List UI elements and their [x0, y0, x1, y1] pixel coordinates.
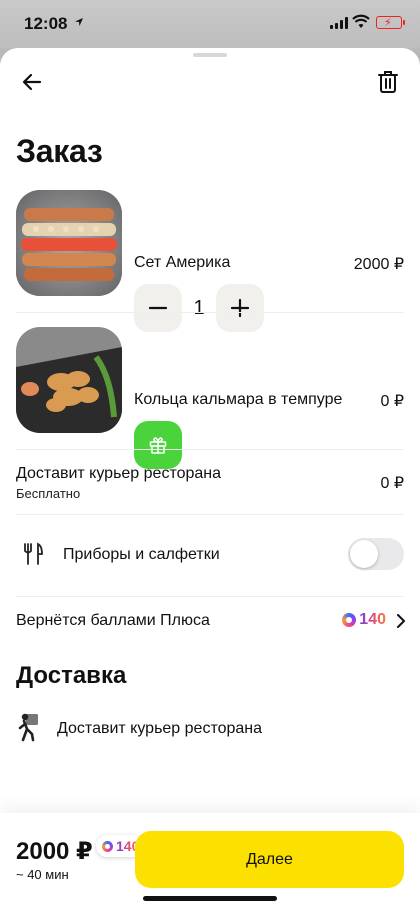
plus-points-label[interactable]: Вернётся баллами Плюса [16, 612, 210, 630]
plus-logo-icon [342, 613, 357, 627]
increase-quantity-button[interactable] [216, 284, 264, 332]
item-price: 2000 ₽ [353, 256, 404, 273]
wifi-icon [352, 14, 370, 28]
arrow-left-icon [22, 73, 42, 91]
cutlery-label: Приборы и салфетки [63, 546, 220, 563]
delivery-row-title: Доставит курьер ресторана [16, 465, 222, 482]
delivery-eta: ~ 40 мин [16, 867, 69, 882]
delivery-row-subtitle: Бесплатно [16, 486, 81, 501]
item-price: 0 ₽ [380, 393, 404, 410]
back-button[interactable] [14, 64, 50, 100]
delivery-row-price: 0 ₽ [380, 475, 404, 492]
trash-icon [378, 71, 398, 93]
cutlery-toggle[interactable] [348, 538, 404, 570]
decrease-quantity-button[interactable] [134, 284, 182, 332]
chevron-right-icon[interactable] [396, 614, 406, 628]
cellular-signal-icon [330, 17, 348, 29]
gift-icon [149, 437, 167, 454]
plus-points-value: 140 [359, 611, 386, 628]
divider [16, 312, 404, 313]
home-indicator[interactable] [143, 896, 277, 901]
battery-icon: ⚡ [376, 16, 405, 29]
location-arrow-icon [75, 18, 83, 26]
next-button[interactable]: Далее [135, 831, 404, 888]
clear-cart-button[interactable] [370, 64, 406, 100]
divider [16, 596, 404, 597]
checkout-bar: 2000 ₽ ~ 40 мин 140 Далее [0, 813, 420, 909]
sheet-grabber[interactable] [193, 53, 227, 57]
plus-points-badge[interactable]: 140 [342, 611, 386, 629]
gift-button[interactable] [134, 421, 182, 469]
toggle-knob [350, 540, 378, 568]
divider [16, 449, 404, 450]
item-name: Кольца кальмара в темпуре [134, 391, 343, 408]
order-total: 2000 ₽ [16, 838, 93, 865]
item-image[interactable] [16, 190, 122, 296]
page-title: Заказ [16, 133, 103, 169]
delivery-section-title: Доставка [16, 662, 127, 689]
item-image[interactable] [16, 327, 122, 433]
minus-icon [148, 306, 168, 310]
cutlery-icon [24, 542, 43, 565]
order-sheet: Заказ Сет Америка 2000 ₽ 1 Кольца кальма… [0, 48, 420, 909]
item-name: Сет Америка [134, 254, 231, 271]
courier-icon [18, 713, 38, 742]
delivery-method: Доставит курьер ресторана [57, 720, 263, 737]
item-quantity: 1 [193, 297, 205, 319]
plus-icon [230, 298, 250, 318]
status-bar: 12:08 ⚡ [0, 0, 420, 48]
status-time: 12:08 [24, 14, 68, 33]
divider [16, 514, 404, 515]
plus-logo-icon [102, 840, 113, 852]
